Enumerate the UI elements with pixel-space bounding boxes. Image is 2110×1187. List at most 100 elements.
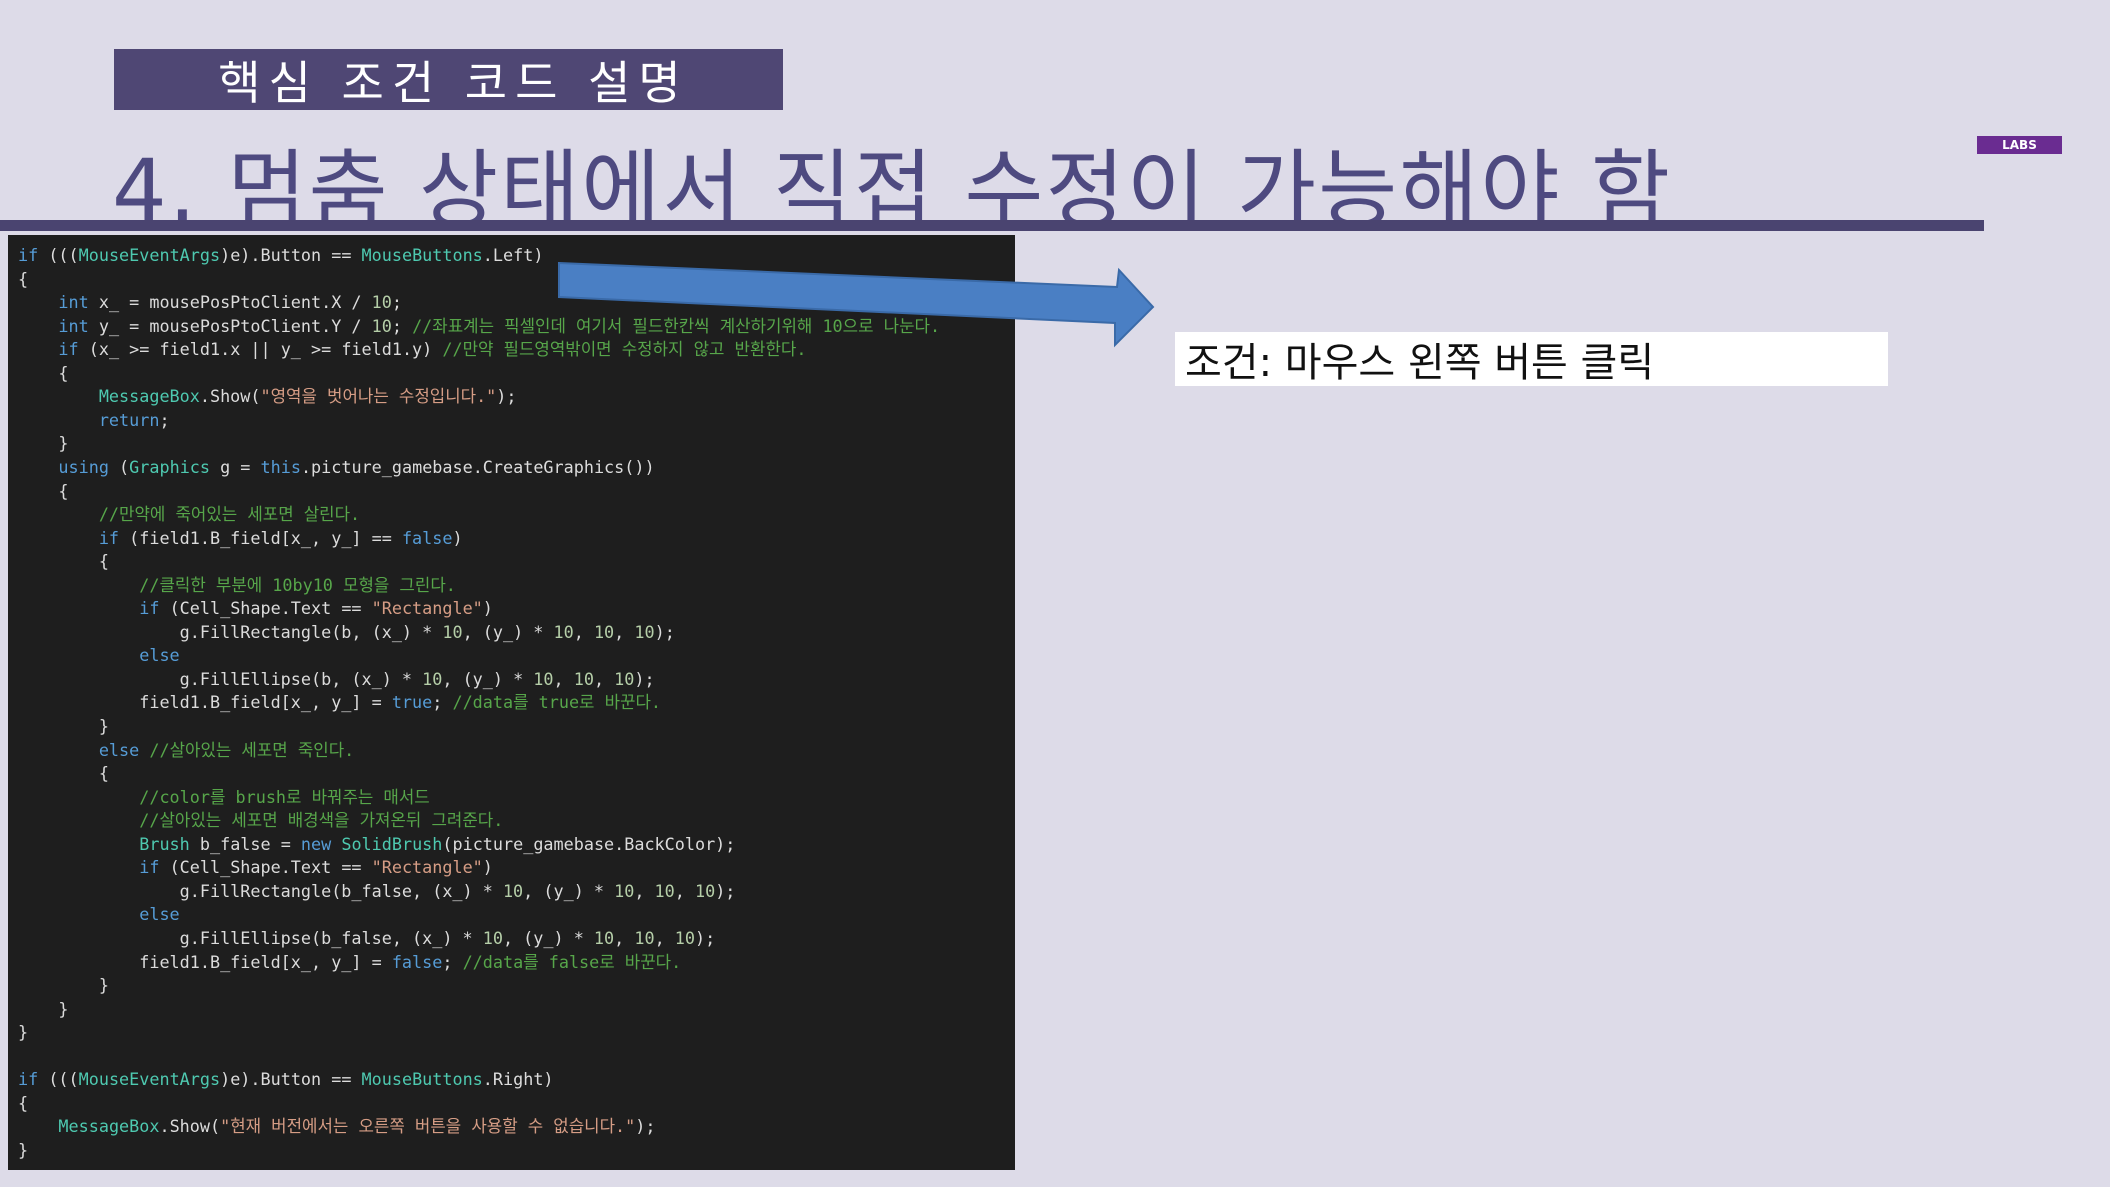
code-token: (: [108, 456, 130, 477]
code-line: {: [18, 480, 69, 501]
code-token: Graphics: [129, 456, 210, 477]
code-token: {: [18, 362, 69, 383]
code-token: b_false =: [189, 833, 301, 854]
code-token: g =: [210, 456, 261, 477]
code-line: {: [18, 763, 109, 783]
code-token: else: [139, 904, 180, 925]
code-token: );: [654, 621, 675, 642]
code-line: }: [18, 975, 109, 995]
code-token: );: [634, 668, 655, 689]
code-line: field1.B_field[x_, y_] = true; //data를 t…: [18, 692, 661, 712]
code-token: (Cell_Shape.Text ==: [159, 857, 372, 878]
code-line: g.FillEllipse(b_false, (x_) * 10, (y_) *…: [18, 927, 716, 948]
code-token: );: [635, 1116, 656, 1137]
code-line: }: [18, 716, 109, 736]
code-token: .picture_gamebase.CreateGraphics()): [300, 456, 655, 477]
title-divider: [0, 220, 1984, 231]
code-token: if: [18, 1069, 39, 1090]
code-token: if: [18, 245, 39, 265]
code-token: 10: [371, 292, 392, 313]
code-line: else: [18, 904, 180, 925]
code-token: //color를 brush로 바꿔주는 매서드: [139, 786, 430, 807]
code-token: g.FillEllipse(b, (x_) *: [18, 668, 423, 689]
code-line: {: [18, 269, 28, 289]
code-token: if: [98, 527, 120, 548]
code-token: , (y_) *: [502, 927, 594, 948]
code-token: ): [452, 527, 463, 548]
code-token: ,: [614, 621, 635, 642]
code-line: else: [18, 645, 180, 666]
code-token: g.FillEllipse(b_false, (x_) *: [18, 927, 483, 948]
code-token: 10: [502, 880, 524, 901]
code-token: )e).Button ==: [220, 245, 362, 265]
code-token: if: [139, 598, 160, 619]
code-token: 10: [634, 621, 655, 642]
labs-logo: LABS: [1977, 136, 2062, 154]
code-token: else: [98, 739, 140, 760]
code-token: 10: [442, 621, 463, 642]
code-token: ): [482, 598, 493, 619]
code-token: {: [18, 763, 109, 784]
code-token: ;: [159, 409, 170, 430]
code-token: 10: [593, 927, 615, 948]
code-token: ,: [614, 927, 635, 948]
code-token: {: [18, 480, 69, 501]
code-token: 10: [593, 621, 615, 642]
code-token: }: [18, 975, 109, 996]
code-token: .Left): [482, 245, 544, 265]
code-token: {: [18, 268, 29, 289]
code-token: 10: [654, 880, 675, 901]
code-line: int x_ = mousePosPtoClient.X / 10;: [18, 292, 402, 312]
code-token: Brush: [139, 833, 190, 854]
code-line: return;: [18, 410, 170, 430]
code-token: y_ = mousePosPtoClient.Y /: [88, 315, 372, 336]
code-line: if (Cell_Shape.Text == "Rectangle"): [18, 598, 493, 618]
code-token: ,: [634, 880, 655, 901]
code-line: }: [18, 433, 68, 453]
code-token: .Show(: [159, 1116, 221, 1137]
code-token: , (y_) *: [442, 668, 534, 689]
code-line: using (Graphics g = this.picture_gamebas…: [18, 456, 655, 477]
code-token: int: [58, 315, 89, 336]
code-token: (Cell_Shape.Text ==: [159, 598, 372, 619]
code-line: MessageBox.Show("현재 버전에서는 오른쪽 버튼을 사용할 수 …: [18, 1116, 655, 1136]
code-token: MouseButtons: [361, 245, 483, 265]
code-token: ,: [573, 621, 594, 642]
code-token: //살아있는 세포면 배경색을 가져온뒤 그려준다.: [139, 810, 504, 831]
code-token: ,: [654, 927, 675, 948]
code-token: if: [58, 339, 79, 360]
code-token: 10: [634, 927, 655, 948]
code-token: , (y_) *: [523, 880, 615, 901]
code-token: ;: [432, 692, 453, 713]
code-line: {: [18, 551, 109, 571]
code-token: else: [139, 645, 180, 666]
code-line: MessageBox.Show("영역을 벗어나는 수정입니다.");: [18, 386, 517, 406]
code-token: .Right): [482, 1069, 554, 1090]
code-block: if (((MouseEventArgs)e).Button == MouseB…: [8, 235, 1015, 1170]
code-token: //만약에 죽어있는 세포면 살린다.: [98, 504, 361, 525]
code-token: //살아있는 세포면 죽인다.: [149, 739, 355, 760]
code-line: {: [18, 362, 69, 383]
code-token: 10: [422, 668, 443, 689]
code-line: int y_ = mousePosPtoClient.Y / 10; //좌표계…: [18, 316, 940, 336]
code-line: {: [18, 1093, 28, 1113]
code-token: ;: [442, 951, 463, 972]
code-token: x_ = mousePosPtoClient.X /: [88, 292, 372, 313]
code-token: }: [18, 998, 69, 1019]
code-token: 10: [674, 927, 695, 948]
code-token: MessageBox: [58, 1116, 160, 1137]
code-token: ;: [391, 292, 402, 313]
code-line: //살아있는 세포면 배경색을 가져온뒤 그려준다.: [18, 810, 503, 830]
